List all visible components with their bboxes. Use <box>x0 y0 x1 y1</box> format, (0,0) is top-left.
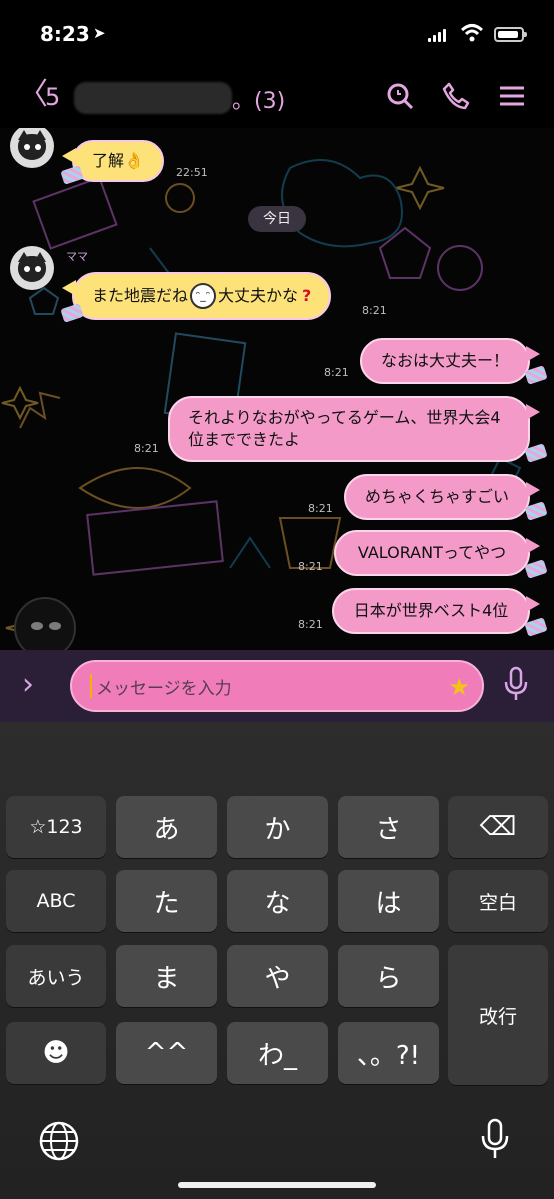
sender-name: ママ <box>66 250 88 263</box>
message-bubble-incoming[interactable]: また地震だね ᵔ_ᵔ 大丈夫かな ? <box>61 272 332 320</box>
worried-face-emoji-icon: ᵔ_ᵔ <box>190 283 217 309</box>
key-return[interactable]: 改行 <box>448 945 548 1085</box>
home-indicator[interactable] <box>178 1182 376 1188</box>
key-a[interactable]: あ <box>116 796 217 858</box>
message-input-placeholder: メッセージを入力 <box>96 678 232 699</box>
battery-icon <box>494 27 527 42</box>
chat-title-suffix: 。(3) <box>232 89 286 114</box>
status-bar: 8:23 ➤ <box>0 0 554 70</box>
text-caret <box>90 674 92 698</box>
key-kaomoji[interactable]: ^^ <box>116 1022 217 1084</box>
chat-header: 〈 5 。(3) <box>0 70 554 128</box>
emoji-key-icon[interactable]: ☻ <box>6 1022 106 1084</box>
date-separator: 今日 <box>248 206 306 232</box>
key-symbols-123[interactable]: ☆123 <box>6 796 106 858</box>
key-ra[interactable]: ら <box>338 945 439 1007</box>
message-input[interactable]: メッセージを入力 ★ <box>70 660 484 712</box>
key-abc[interactable]: ABC <box>6 870 106 932</box>
back-button[interactable]: 〈 <box>18 80 48 110</box>
message-bubble-outgoing[interactable]: 日本が世界ベスト4位 <box>332 588 540 634</box>
message-time: 8:21 <box>298 618 323 631</box>
key-ka[interactable]: か <box>227 796 328 858</box>
red-question-mark-icon: ? <box>302 286 312 305</box>
message-bubble-outgoing[interactable]: なおは大丈夫ー！ <box>360 338 540 384</box>
phone-call-icon[interactable] <box>440 80 472 112</box>
message-bubble-incoming[interactable]: 了解👌 <box>62 140 164 182</box>
message-bubble-outgoing[interactable]: VALORANTってやつ <box>334 530 540 576</box>
message-time: 8:21 <box>298 560 323 573</box>
search-icon[interactable] <box>384 80 416 112</box>
sender-avatar[interactable] <box>10 246 54 290</box>
message-text: なおは大丈夫ー！ <box>380 351 509 370</box>
message-text: 日本が世界ベスト4位 <box>353 601 509 620</box>
key-wa[interactable]: わ_ <box>227 1022 328 1084</box>
chat-area[interactable]: 了解👌 22:51 今日 ママ また地震だね ᵔ_ᵔ 大丈夫かな ? 8:21 … <box>0 128 554 650</box>
key-space[interactable]: 空白 <box>448 870 548 932</box>
message-text: 了解👌 <box>92 151 144 170</box>
message-bubble-outgoing[interactable]: めちゃくちゃすごい <box>344 474 540 520</box>
key-ya[interactable]: や <box>227 945 328 1007</box>
key-ma[interactable]: ま <box>116 945 217 1007</box>
delete-backspace-icon[interactable]: ⌫ <box>448 796 548 858</box>
badtz-maru-doodle <box>14 597 76 650</box>
key-ha[interactable]: は <box>338 870 439 932</box>
status-time: 8:23 <box>40 22 90 46</box>
message-time: 22:51 <box>176 166 208 179</box>
globe-icon[interactable] <box>38 1120 80 1162</box>
message-text: めちゃくちゃすごい <box>364 487 509 506</box>
key-sa[interactable]: さ <box>338 796 439 858</box>
message-time: 8:21 <box>134 442 159 455</box>
message-text: それよりなおがやってるゲーム、世界大会4位までできたよ <box>188 408 501 449</box>
message-time: 8:21 <box>362 304 387 317</box>
key-na[interactable]: な <box>227 870 328 932</box>
message-time: 8:21 <box>308 502 333 515</box>
message-text: VALORANTってやつ <box>357 543 507 562</box>
star-emoji-icon[interactable]: ★ <box>448 673 470 701</box>
menu-icon[interactable] <box>496 80 528 112</box>
cellular-signal-icon <box>428 28 448 42</box>
wifi-icon <box>460 24 484 42</box>
key-hiragana[interactable]: あいう <box>6 945 106 1007</box>
voice-message-mic-icon[interactable] <box>503 666 529 704</box>
dictation-mic-icon[interactable] <box>480 1118 510 1162</box>
expand-chevron-icon[interactable]: › <box>22 670 34 700</box>
message-time: 8:21 <box>324 366 349 379</box>
message-text-part: また地震だね <box>92 286 189 305</box>
unread-count: 5 <box>45 83 61 111</box>
location-arrow-icon: ➤ <box>93 24 106 42</box>
chat-name-redacted <box>74 82 232 114</box>
message-bubble-outgoing[interactable]: それよりなおがやってるゲーム、世界大会4位までできたよ <box>168 396 540 462</box>
key-ta[interactable]: た <box>116 870 217 932</box>
key-punctuation[interactable]: 、。?! <box>338 1022 439 1084</box>
message-text-part: 大丈夫かな <box>218 286 299 305</box>
message-input-bar: › メッセージを入力 ★ <box>0 650 554 722</box>
